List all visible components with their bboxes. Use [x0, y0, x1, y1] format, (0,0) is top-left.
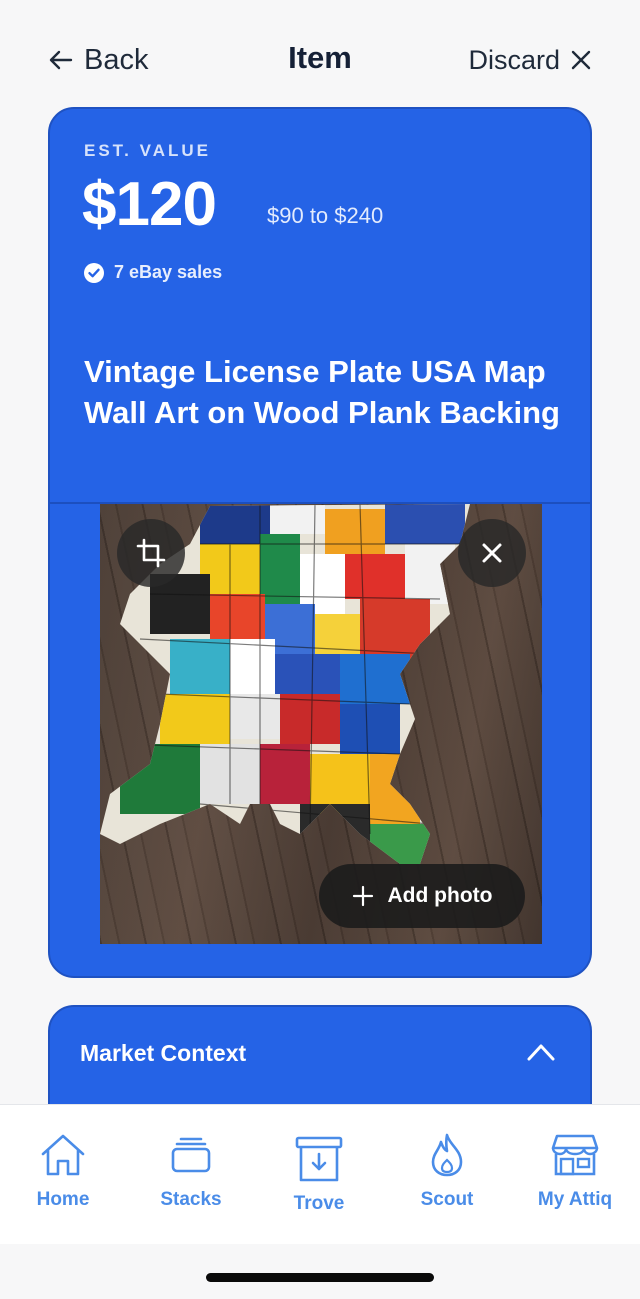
close-icon: [482, 543, 502, 563]
estimated-value: $120: [82, 170, 217, 239]
market-context-title: Market Context: [80, 1040, 247, 1066]
value-range: $90 to $240: [267, 203, 384, 228]
add-photo-button[interactable]: Add photo: [319, 864, 525, 928]
close-icon: [571, 50, 591, 70]
tab-home[interactable]: Home: [3, 1105, 123, 1245]
scout-icon: [431, 1133, 463, 1177]
home-indicator[interactable]: [206, 1273, 434, 1282]
estimated-value-label: EST. VALUE: [84, 141, 211, 160]
sales-count-label: 7 eBay sales: [114, 262, 223, 282]
home-indicator-area: [0, 1244, 640, 1299]
home-icon: [41, 1134, 85, 1176]
tab-label: Scout: [420, 1189, 474, 1210]
plus-icon: [352, 885, 373, 907]
tab-my-attiq[interactable]: My Attiq: [515, 1105, 635, 1245]
discard-button[interactable]: Discard: [468, 40, 592, 80]
store-icon: [551, 1134, 599, 1176]
tab-label: My Attiq: [537, 1189, 613, 1210]
add-photo-label: Add photo: [387, 884, 493, 907]
top-navigation-bar: Back Item Discard: [0, 0, 640, 110]
tab-label: Stacks: [160, 1189, 222, 1210]
chevron-up-icon[interactable]: [526, 1041, 556, 1063]
bottom-tab-bar: Home Stacks Trove Scout My Attiq: [0, 1104, 640, 1244]
trove-icon: [295, 1136, 343, 1182]
sales-count: 7 eBay sales: [84, 262, 222, 283]
tab-trove[interactable]: Trove: [259, 1105, 379, 1245]
item-photo[interactable]: Add photo: [100, 504, 542, 944]
tab-label: Trove: [293, 1193, 345, 1214]
discard-label: Discard: [468, 44, 560, 75]
item-title: Vintage License Plate USA Map Wall Art o…: [84, 354, 560, 430]
crop-button[interactable]: [117, 519, 185, 587]
tab-label: Home: [36, 1189, 90, 1210]
tab-scout[interactable]: Scout: [387, 1105, 507, 1245]
stacks-icon: [171, 1137, 211, 1173]
remove-photo-button[interactable]: [458, 519, 526, 587]
item-valuation-card: EST. VALUE $120 $90 to $240 7 eBay sales…: [48, 107, 592, 978]
tab-stacks[interactable]: Stacks: [131, 1105, 251, 1245]
check-circle-icon: [84, 262, 104, 283]
crop-icon: [136, 538, 166, 568]
